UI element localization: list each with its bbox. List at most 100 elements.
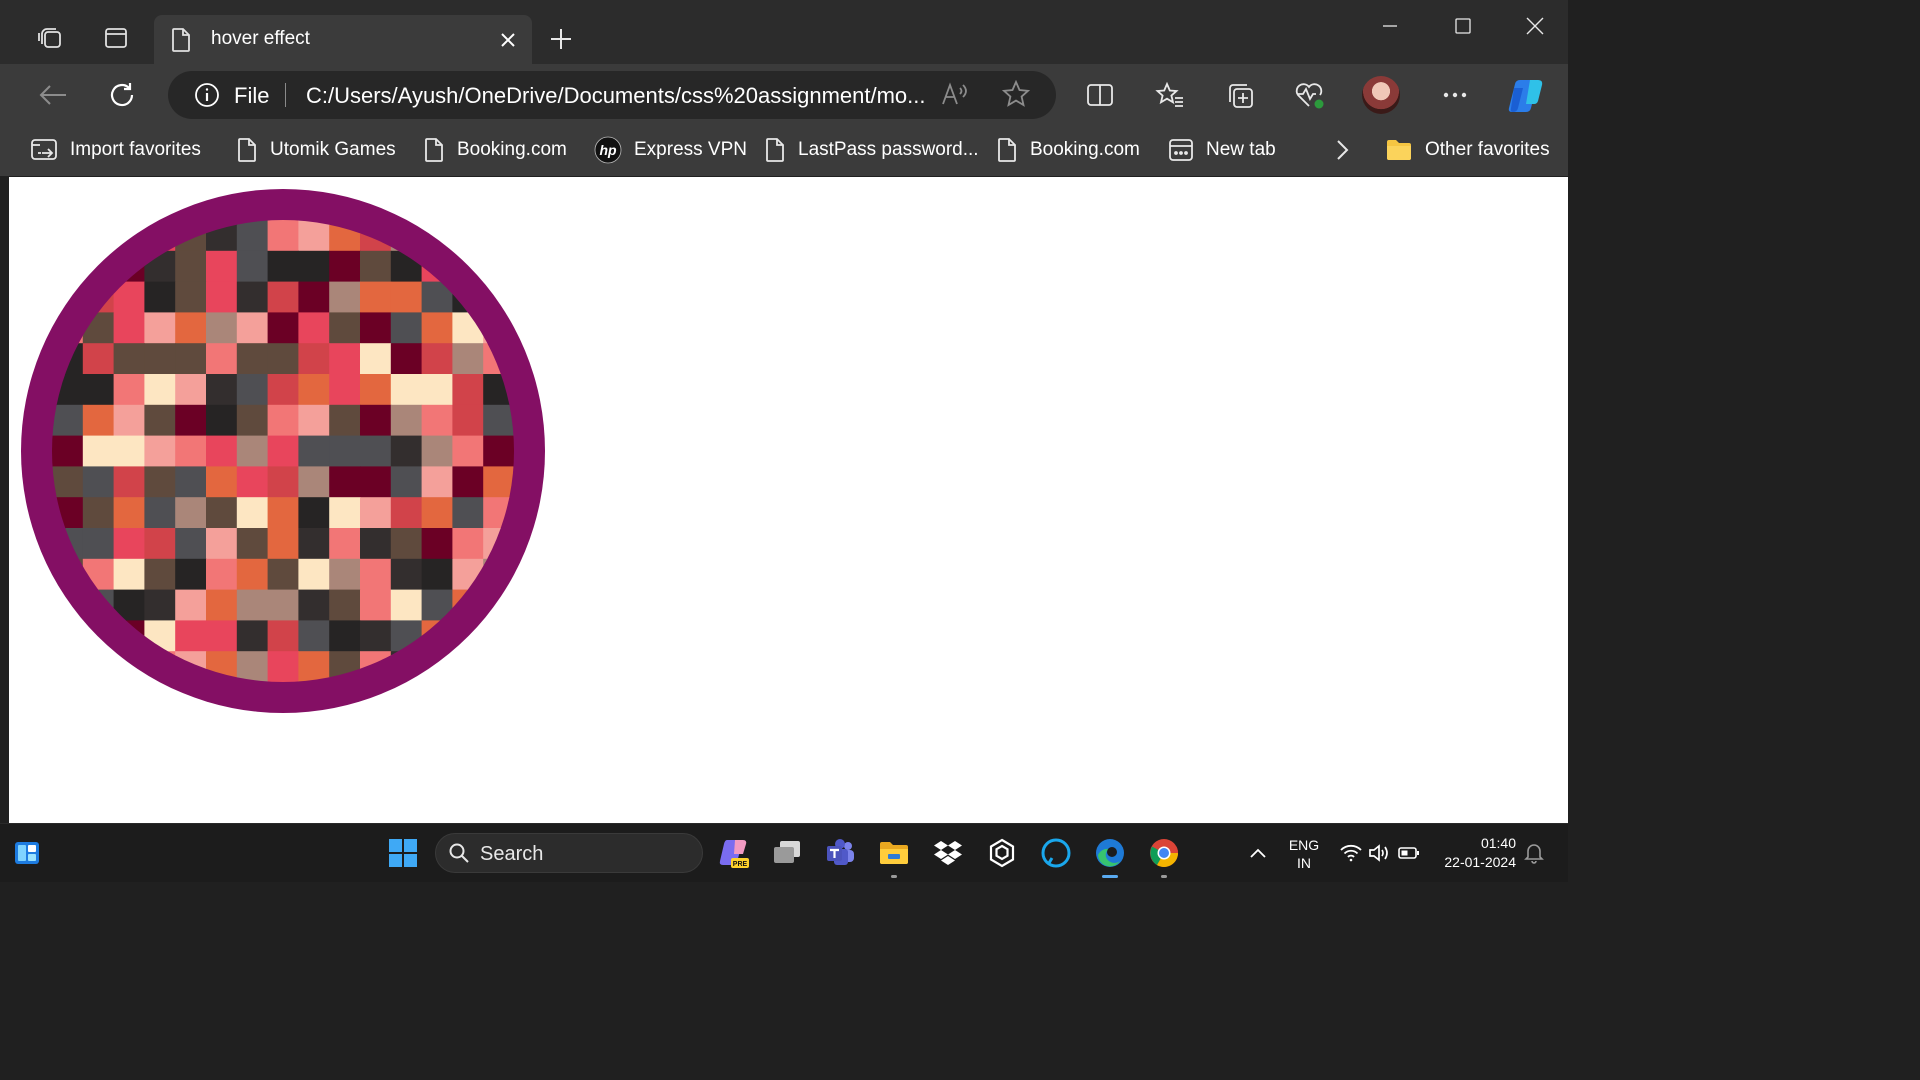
mosaic-tile: [113, 528, 145, 560]
mosaic-tile: [175, 343, 207, 375]
copilot-icon[interactable]: [1508, 75, 1548, 115]
favorite-import-favorites[interactable]: Import favorites: [30, 135, 201, 165]
address-bar[interactable]: File C:/Users/Ayush/OneDrive/Documents/c…: [168, 71, 1056, 119]
dropbox-icon[interactable]: [930, 835, 966, 871]
page-viewport: [9, 177, 1568, 823]
mosaic-tile: [421, 435, 453, 467]
mosaic-tile: [360, 312, 392, 344]
mosaic-tile: [360, 528, 392, 560]
favorite-label: Booking.com: [457, 139, 567, 160]
favorite-utomik-games[interactable]: Utomik Games: [236, 135, 396, 165]
minimize-button[interactable]: [1367, 8, 1413, 44]
mosaic-tile: [175, 528, 207, 560]
chrome-icon[interactable]: [1146, 835, 1182, 878]
start-windows-icon[interactable]: [385, 835, 421, 871]
favorite-other-favorites[interactable]: Other favorites: [1385, 135, 1550, 165]
mosaic-tile: [206, 528, 238, 560]
mosaic-tile: [390, 220, 423, 252]
new-tab-button[interactable]: [544, 22, 578, 56]
address-url[interactable]: C:/Users/Ayush/OneDrive/Documents/css%20…: [306, 83, 926, 109]
collections-icon[interactable]: [1220, 75, 1260, 115]
mosaic-tile: [144, 343, 176, 375]
add-favorite-star-icon[interactable]: [1001, 79, 1031, 113]
mosaic-tile: [329, 589, 361, 621]
profile-avatar[interactable]: [1362, 76, 1400, 114]
mosaic-tile: [113, 404, 145, 437]
maximize-button[interactable]: [1440, 8, 1486, 44]
mosaic-tile: [144, 220, 176, 252]
mosaic-tile: [267, 558, 299, 591]
alexa-icon[interactable]: [1038, 835, 1074, 871]
mosaic-tile: [52, 620, 84, 652]
favorites-overflow-chevron-icon[interactable]: [1332, 135, 1352, 165]
mosaic-tile: [113, 558, 145, 591]
widgets-icon[interactable]: [9, 835, 45, 871]
tab-hover-effect[interactable]: hover effect: [154, 15, 532, 64]
mosaic-tile: [236, 404, 269, 437]
favorite-express-vpn[interactable]: hp Express VPN: [594, 135, 747, 165]
mosaic-tile: [52, 528, 84, 560]
hover-effect-circle[interactable]: [21, 189, 545, 713]
mosaic-tile: [175, 466, 207, 498]
mosaic-tile: [52, 466, 84, 498]
back-button[interactable]: [33, 75, 73, 115]
mosaic-tile: [175, 651, 207, 682]
mosaic-tile: [175, 312, 207, 344]
folder-icon: [1387, 140, 1411, 160]
mosaic-tile: [113, 374, 145, 406]
close-window-button[interactable]: [1512, 8, 1558, 44]
mosaic-tile: [144, 651, 176, 682]
favorites-icon[interactable]: [1150, 75, 1190, 115]
file-explorer-icon[interactable]: [876, 835, 912, 878]
refresh-button[interactable]: [102, 75, 142, 115]
task-view-icon[interactable]: [769, 835, 805, 871]
battery-icon[interactable]: [1391, 835, 1427, 871]
mosaic-tile: [236, 466, 269, 498]
mosaic-tile: [206, 250, 238, 283]
notifications-bell-icon[interactable]: [1516, 835, 1552, 871]
edge-browser-icon[interactable]: [1092, 835, 1128, 878]
mosaic-tile: [175, 281, 207, 313]
copilot-pre-taskbar-icon[interactable]: PRE: [716, 835, 752, 871]
close-tab-icon[interactable]: [496, 28, 520, 52]
favorite-booking-com[interactable]: Booking.com: [423, 135, 567, 165]
read-aloud-icon[interactable]: [940, 79, 970, 114]
mosaic-tile: [236, 220, 269, 252]
favorite-booking-com-2[interactable]: Booking.com: [996, 135, 1140, 165]
favorite-new-tab[interactable]: New tab: [1168, 135, 1276, 165]
mosaic-tile: [329, 281, 361, 313]
split-screen-icon[interactable]: [1080, 75, 1120, 115]
mosaic-tile: [390, 589, 423, 621]
mosaic-tile: [329, 435, 361, 467]
mosaic-tile: [52, 220, 84, 252]
input-language-indicator[interactable]: ENG IN: [1286, 836, 1322, 872]
more-options-icon[interactable]: [1435, 75, 1475, 115]
mosaic-tile: [452, 220, 484, 252]
mosaic-tile: [483, 558, 514, 591]
favorite-lastpass[interactable]: LastPass password...: [764, 135, 979, 165]
svg-text:PRE: PRE: [733, 861, 748, 868]
mosaic-tile: [452, 589, 484, 621]
mosaic-tile: [329, 250, 361, 283]
mosaic-tile: [206, 589, 238, 621]
teams-icon[interactable]: [822, 835, 858, 871]
mosaic-tile: [113, 620, 145, 652]
tab-title: hover effect: [211, 28, 310, 49]
chatgpt-app-icon[interactable]: [984, 835, 1020, 871]
site-info-icon[interactable]: [194, 82, 220, 113]
mosaic-tile: [267, 404, 299, 437]
workspaces-icon[interactable]: [32, 20, 68, 56]
mosaic-tile: [360, 250, 392, 283]
system-clock[interactable]: 01:40 22-01-2024: [1432, 834, 1516, 872]
favorite-label: Utomik Games: [270, 139, 396, 160]
mosaic-tile: [206, 651, 238, 682]
browser-essentials-icon[interactable]: [1290, 75, 1330, 115]
mosaic-tile: [390, 435, 423, 467]
taskbar-search-box[interactable]: Search: [435, 833, 703, 873]
mosaic-tile: [421, 466, 453, 498]
tab-actions-icon[interactable]: [98, 20, 134, 56]
mosaic-tile: [236, 558, 269, 591]
mosaic-tile: [390, 281, 423, 313]
show-hidden-icons-chevron-icon[interactable]: [1240, 835, 1276, 871]
mosaic-tile: [52, 558, 84, 591]
